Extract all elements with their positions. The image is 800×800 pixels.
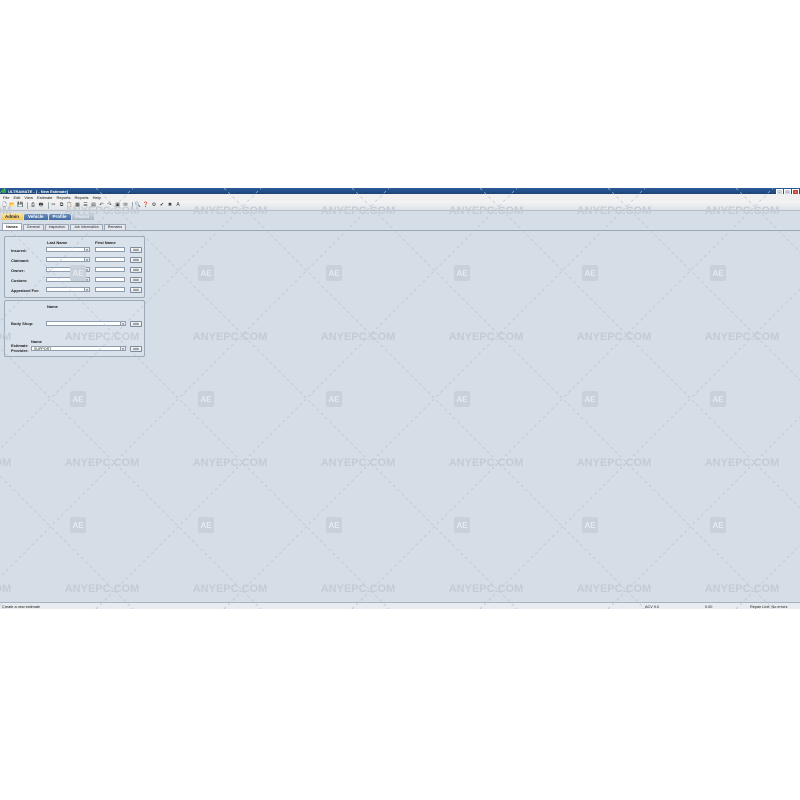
body-shop-combo[interactable]: ▾ [46, 321, 126, 326]
menu-file[interactable]: File [3, 195, 9, 200]
chevron-down-icon[interactable]: ▾ [84, 278, 89, 281]
estimate-provider-lookup-button[interactable]: ### [130, 346, 142, 352]
cut-icon[interactable]: ✂ [50, 202, 57, 209]
print-preview-icon[interactable]: 🖶 [38, 202, 45, 209]
menu-estimate[interactable]: Estimate [37, 195, 53, 200]
custom-label: Custom: [11, 278, 28, 283]
claimant-first-name-field[interactable] [95, 257, 125, 262]
menu-help[interactable]: Help [93, 195, 101, 200]
tab-repair: Repair [71, 214, 94, 220]
insured-lookup-button[interactable]: ### [130, 247, 142, 253]
appraised-for-label: Appraised For: [11, 288, 40, 293]
menu-view[interactable]: View [24, 195, 33, 200]
new-file-icon[interactable]: 🗋 [1, 202, 8, 209]
first-name-header: First Name [95, 240, 116, 245]
check-icon[interactable]: ✔ [159, 202, 166, 209]
paste-icon[interactable]: 📋 [66, 202, 73, 209]
save-icon[interactable]: 💾 [17, 202, 24, 209]
window-title: ULTRAMATE - [ - New Estimate] [8, 188, 69, 194]
chevron-down-icon[interactable]: ▾ [84, 248, 89, 251]
status-version: ACV 9.0 [645, 604, 660, 609]
module-tabs: Admin Vehicle Profile Repair [0, 212, 95, 220]
owner-first-name-field[interactable] [95, 267, 125, 272]
estimate-provider-combo[interactable]: SUPPORT ▾ [31, 346, 126, 351]
appraised-for-lookup-button[interactable]: ### [130, 287, 142, 293]
search-icon[interactable]: 🔍 [135, 202, 142, 209]
owner-lookup-button[interactable]: ### [130, 267, 142, 273]
claimant-last-name-combo[interactable]: ▾ [46, 257, 90, 262]
status-repair-line: Repair Line: No errors [750, 604, 788, 609]
photo-icon[interactable]: ▣ [114, 202, 121, 209]
chevron-down-icon[interactable]: ▾ [84, 258, 89, 261]
last-name-header: Last Name [47, 240, 68, 245]
insured-last-name-combo[interactable]: ▾ [46, 247, 90, 252]
app-window: ULTRAMATE - [ - New Estimate] – □ × File… [0, 188, 800, 609]
tab-profile[interactable]: Profile [48, 214, 71, 220]
status-code: 0.00 [705, 604, 713, 609]
claimant-label: Claimant: [11, 258, 30, 263]
names-panel: Last Name First Name Insured: ▾ ### Clai… [4, 236, 145, 298]
tab-names[interactable]: Names [2, 223, 22, 230]
tab-admin[interactable]: Admin [1, 213, 23, 220]
owner-last-name-combo[interactable]: ▾ [46, 267, 90, 272]
body-shop-lookup-button[interactable]: ### [130, 321, 142, 327]
toolbar-separator [47, 202, 48, 209]
chevron-down-icon[interactable]: ▾ [120, 322, 125, 325]
estimate-provider-value: SUPPORT [34, 347, 52, 351]
claimant-lookup-button[interactable]: ### [130, 257, 142, 263]
shop-panel: Name Body Shop: ▾ ### Name Estimate Prov… [4, 300, 145, 357]
body-shop-label: Body Shop: [11, 321, 34, 326]
chevron-down-icon[interactable]: ▾ [120, 347, 125, 350]
undo-icon[interactable]: ↶ [98, 202, 105, 209]
help-icon[interactable]: ❓ [143, 202, 150, 209]
grid-icon[interactable]: ▦ [74, 202, 81, 209]
tab-divider [0, 230, 800, 231]
redo-icon[interactable]: ↷ [106, 202, 113, 209]
insured-label: Insured: [11, 248, 27, 253]
appraised-for-first-name-field[interactable] [95, 287, 125, 292]
mail-icon[interactable]: ✉ [122, 202, 129, 209]
status-message: Create a new estimate [2, 604, 40, 609]
copy-icon[interactable]: ⧉ [58, 202, 65, 209]
print-icon[interactable]: ⎙ [30, 202, 37, 209]
custom-first-name-field[interactable] [95, 277, 125, 282]
custom-last-name-combo[interactable]: ▾ [46, 277, 90, 282]
toolbar-separator [132, 202, 133, 209]
app-logo-icon [2, 189, 6, 193]
close-icon[interactable]: ✖ [167, 202, 174, 209]
owner-label: Owner: [11, 268, 25, 273]
custom-lookup-button[interactable]: ### [130, 277, 142, 283]
menu-edit[interactable]: Edit [13, 195, 20, 200]
insured-first-name-field[interactable] [95, 247, 125, 252]
shop-name-header: Name [47, 304, 58, 309]
chevron-down-icon[interactable]: ▾ [84, 288, 89, 291]
menu-reports-2[interactable]: Reports [75, 195, 89, 200]
tab-vehicle[interactable]: Vehicle [24, 214, 48, 220]
chevron-down-icon[interactable]: ▾ [84, 268, 89, 271]
status-bar: Create a new estimate ACV 9.0 0.00 Repai… [0, 602, 800, 609]
settings-icon[interactable]: ⚙ [151, 202, 158, 209]
open-folder-icon[interactable]: 📂 [9, 202, 16, 209]
menu-reports[interactable]: Reports [57, 195, 71, 200]
estimate-provider-label: Estimate Provider: [11, 343, 29, 353]
toolbar-separator [27, 202, 28, 209]
list-icon[interactable]: ☰ [82, 202, 89, 209]
appraised-for-last-name-combo[interactable]: ▾ [46, 287, 90, 292]
toolbar: 🗋 📂 💾 ⎙ 🖶 ✂ ⧉ 📋 ▦ ☰ ▤ ↶ ↷ ▣ ✉ 🔍 ❓ ⚙ ✔ ✖ … [0, 201, 800, 211]
font-icon[interactable]: A [175, 202, 182, 209]
calculator-icon[interactable]: ▤ [90, 202, 97, 209]
